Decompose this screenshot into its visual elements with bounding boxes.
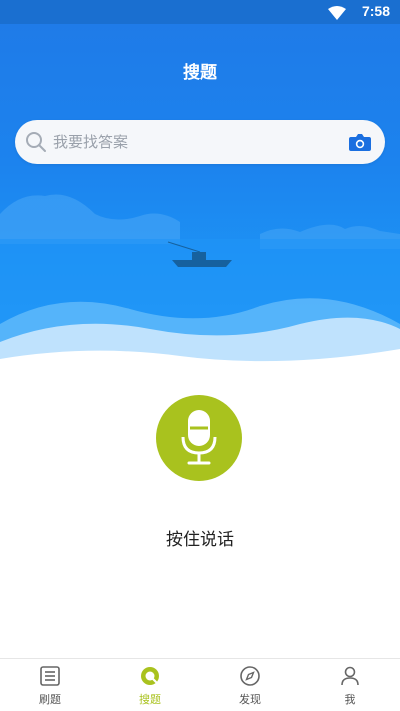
tab-label: 发现 [239, 693, 261, 706]
status-time: 7:58 [361, 3, 390, 19]
page-title: 搜题 [183, 63, 217, 83]
search-input[interactable] [53, 120, 333, 164]
tab-me[interactable]: 我 [300, 659, 400, 711]
microphone-icon [181, 410, 217, 465]
search-icon [25, 131, 47, 157]
search-tab-icon [141, 667, 159, 685]
compass-icon [240, 666, 260, 686]
status-bar: 7:58 [0, 0, 400, 24]
camera-icon[interactable] [349, 132, 371, 156]
tab-label: 刷题 [39, 693, 61, 706]
tab-practice[interactable]: 刷题 [0, 659, 100, 711]
bottom-tab-bar: 刷题 搜题 发现 我 [0, 658, 400, 711]
tab-search[interactable]: 搜题 [100, 659, 200, 711]
voice-record-button[interactable] [156, 395, 242, 481]
user-icon [341, 666, 359, 686]
hero-banner: 搜题 [0, 24, 400, 374]
wifi-icon [328, 5, 346, 24]
list-icon [40, 666, 60, 686]
search-bar[interactable] [15, 120, 385, 164]
tab-label: 搜题 [139, 693, 161, 706]
voice-hint: 按住说话 [166, 530, 234, 550]
tab-discover[interactable]: 发现 [200, 659, 300, 711]
tab-label: 我 [344, 693, 356, 706]
